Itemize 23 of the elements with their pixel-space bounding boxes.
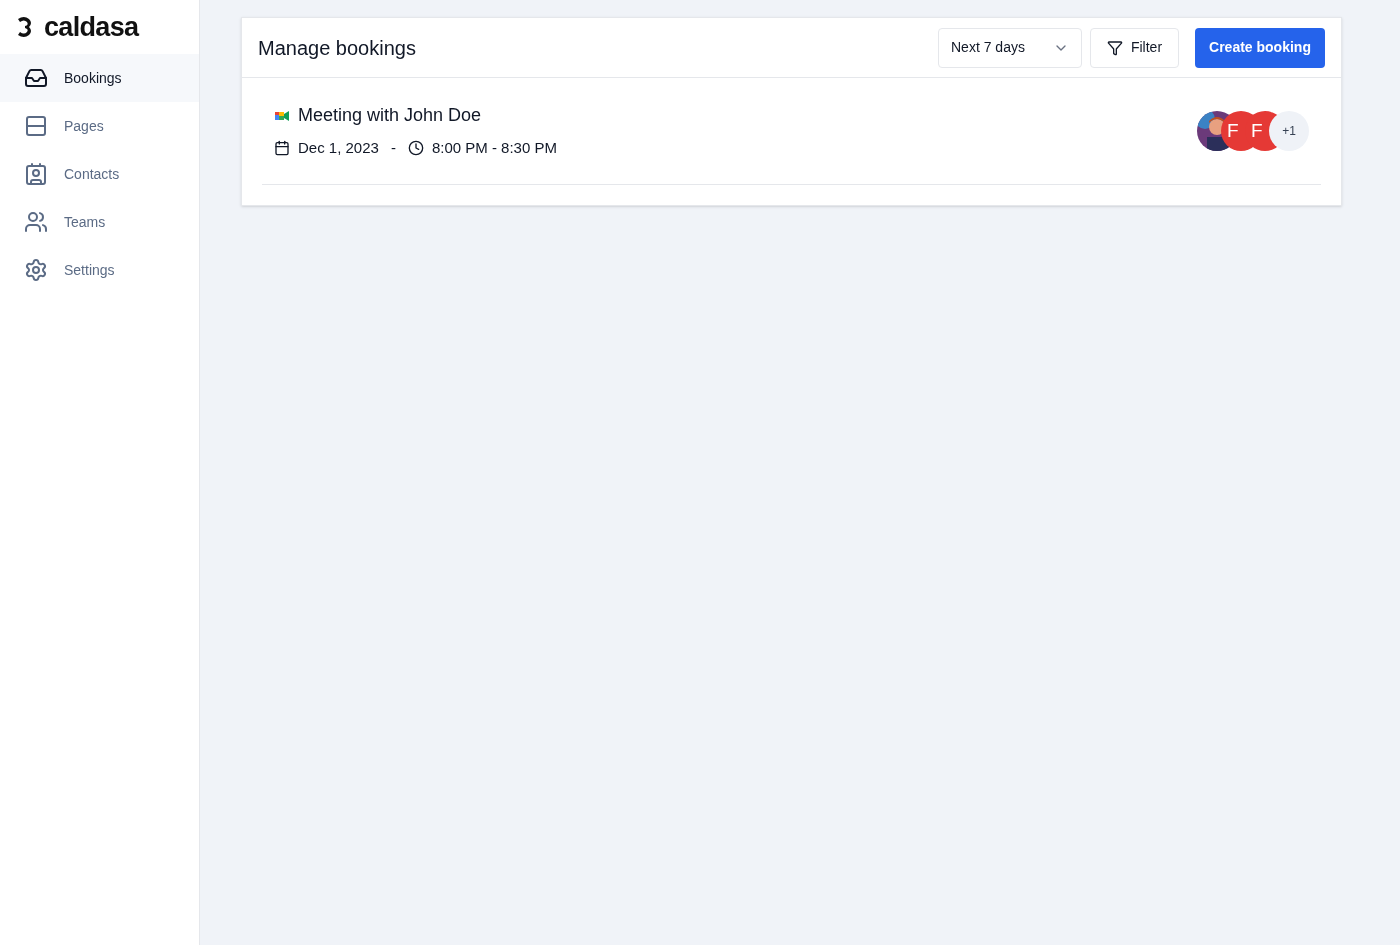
filter-button[interactable]: Filter	[1090, 27, 1179, 68]
inbox-icon	[24, 66, 48, 90]
range-select[interactable]: Next 7 days	[938, 27, 1082, 68]
booking-date: Dec 1, 2023	[298, 138, 379, 158]
nav-item[interactable]: Settings	[0, 246, 199, 294]
create-booking-button[interactable]: Create booking	[1195, 27, 1325, 68]
logo-text: caldasa	[44, 10, 139, 44]
contact-card-icon	[24, 162, 48, 186]
settings-icon	[24, 258, 48, 282]
nav-item[interactable]: Pages	[0, 102, 199, 150]
booking-time: 8:00 PM - 8:30 PM	[431, 138, 557, 158]
split-panel-icon	[24, 114, 48, 138]
nav-item[interactable]: Contacts	[0, 150, 199, 198]
nav-item[interactable]: Bookings	[0, 54, 199, 102]
separator: -	[390, 138, 396, 158]
booking-title: Meeting with John Doe	[298, 104, 482, 127]
nav-item[interactable]: Teams	[0, 198, 199, 246]
filter-icon	[1106, 39, 1123, 56]
people-icon	[24, 210, 48, 234]
more-count: +1	[1269, 110, 1309, 151]
page-title: Manage bookings	[258, 35, 417, 61]
clock-icon	[407, 140, 424, 157]
calendar-icon	[274, 140, 290, 157]
